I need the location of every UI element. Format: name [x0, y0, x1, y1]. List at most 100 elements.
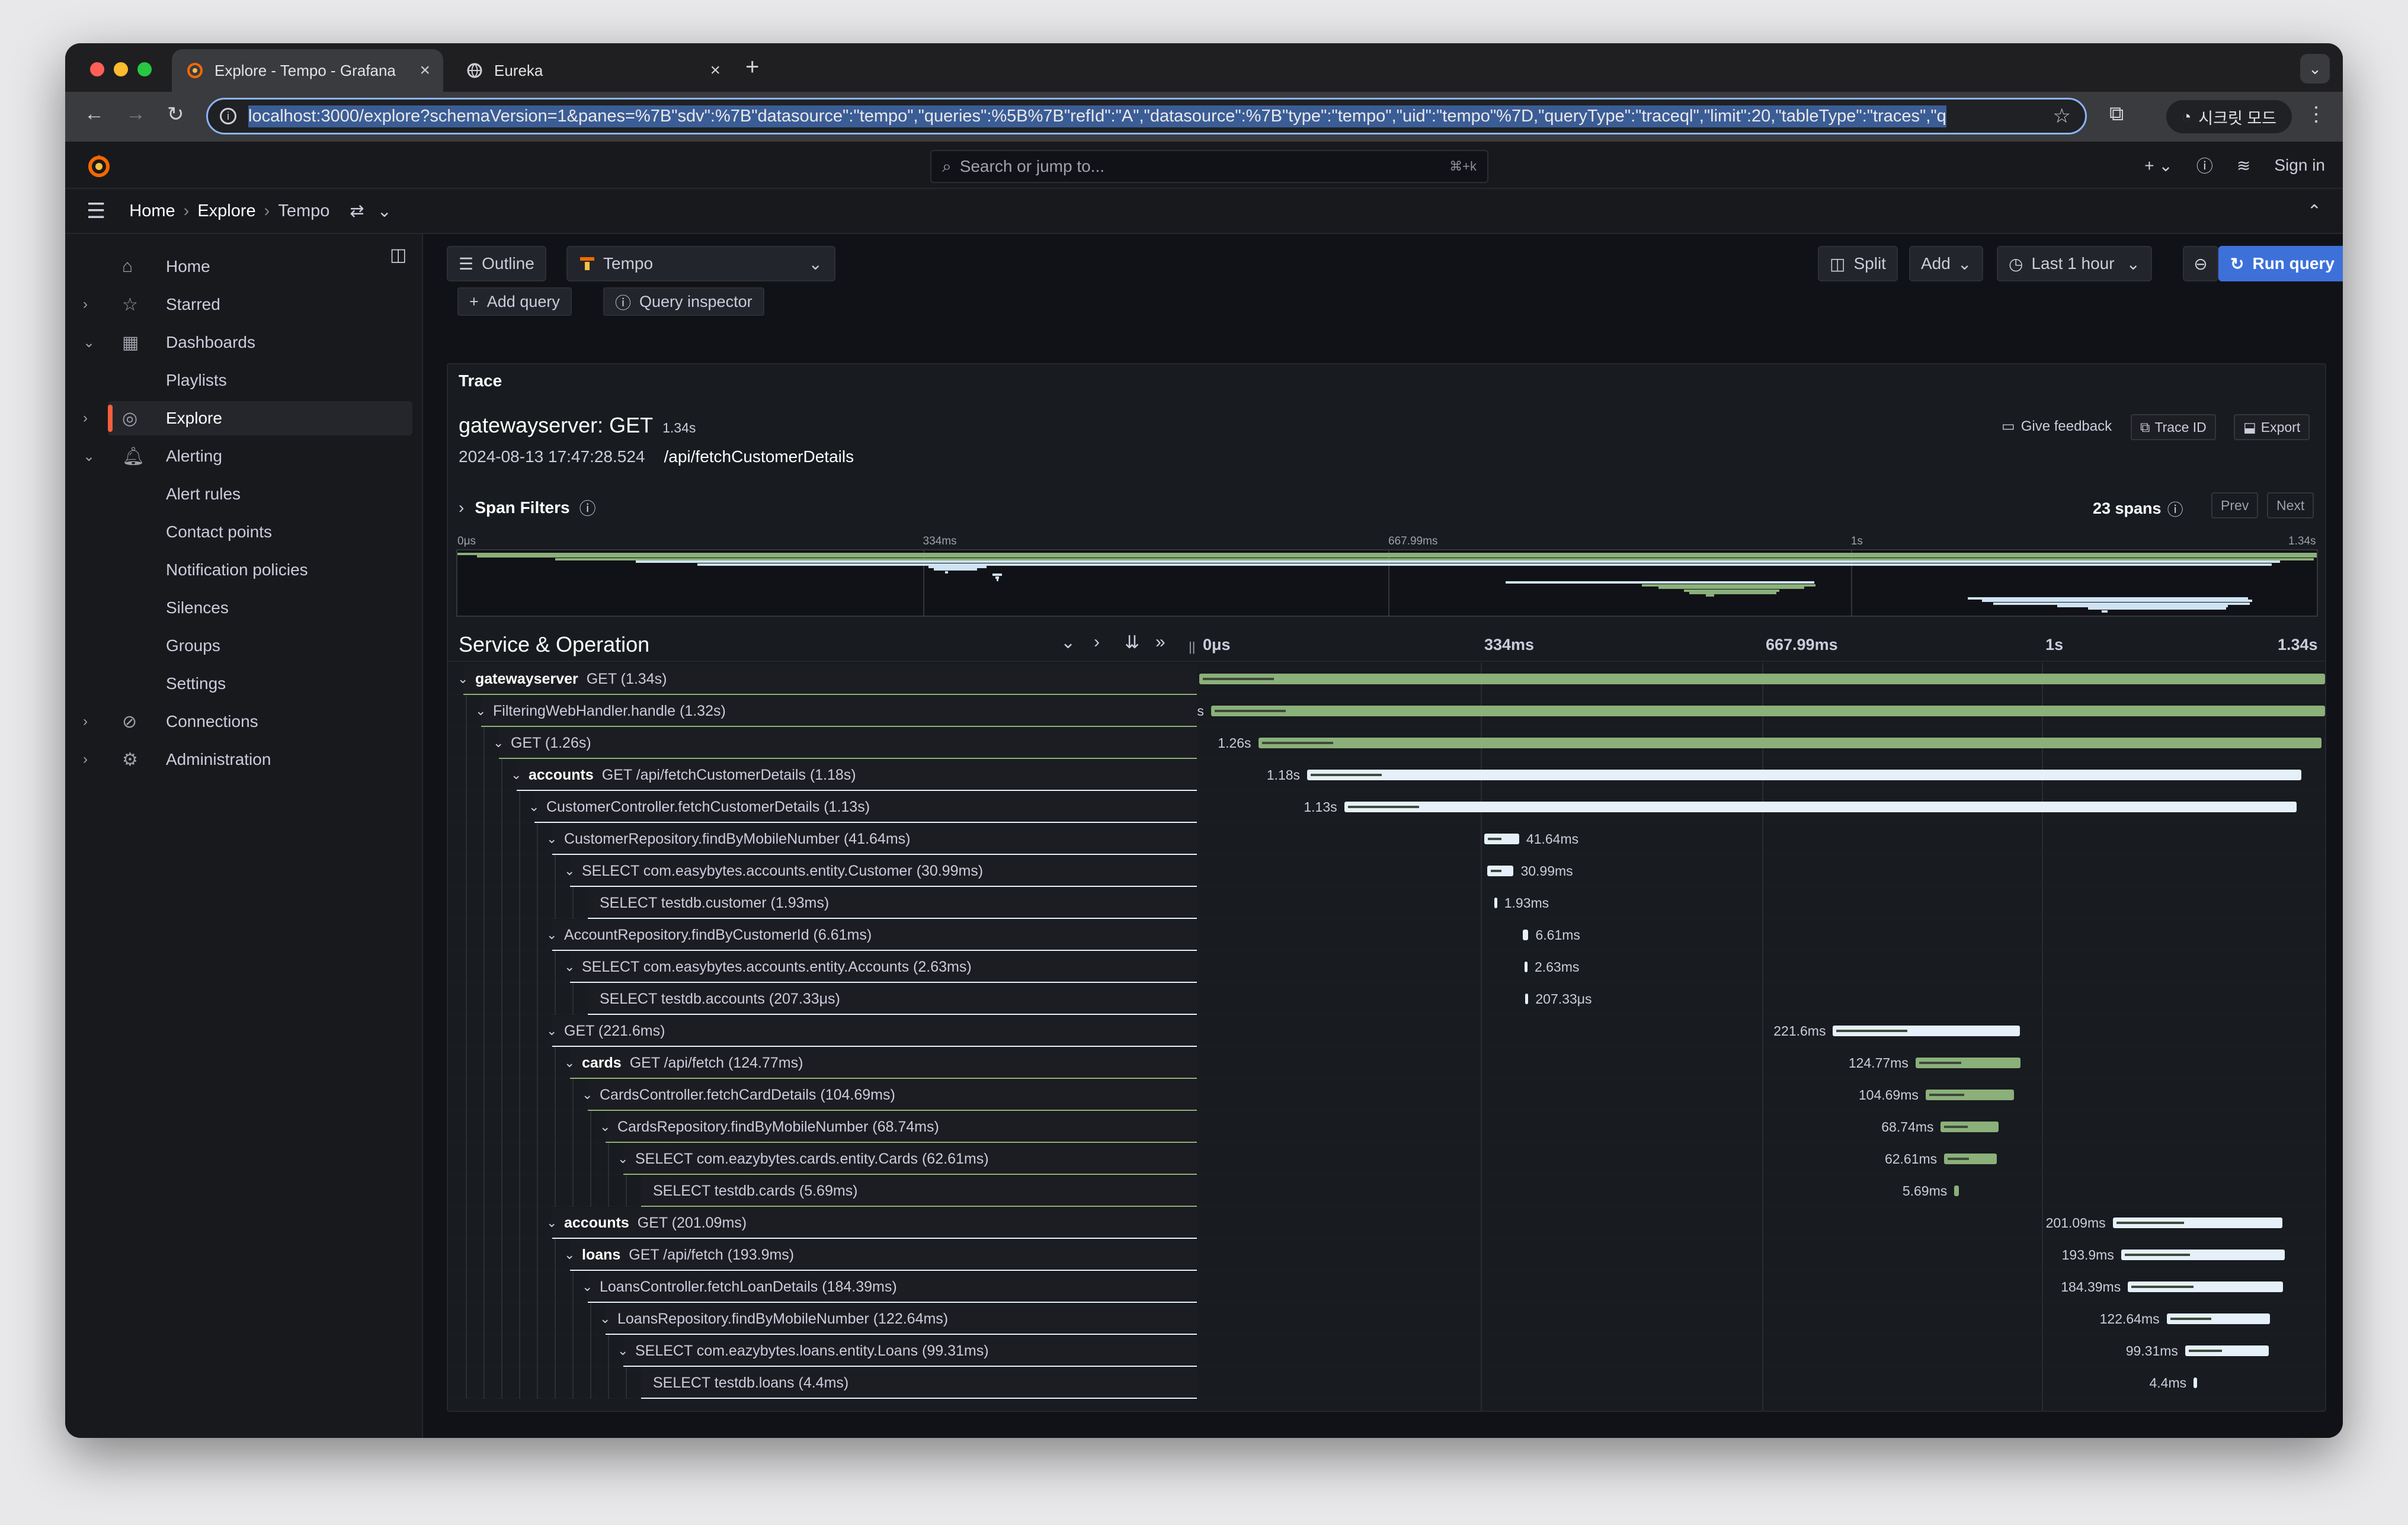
sidebar-item-notification-policies[interactable]: Notification policies [65, 553, 412, 587]
minimize-window-button[interactable] [114, 62, 128, 76]
tab-search-chevron-icon[interactable]: ⌄ [2300, 54, 2330, 84]
add-query-button[interactable]: + Add query [457, 287, 572, 316]
query-inspector-button[interactable]: ⓘ Query inspector [603, 287, 764, 316]
chevron-down-icon[interactable]: ⌄ [564, 1055, 582, 1071]
span-label[interactable]: ⌄ SELECT com.easybytes.accounts.entity.Ac… [564, 951, 972, 983]
browser-tab-grafana[interactable]: Explore - Tempo - Grafana × [172, 49, 443, 92]
expand-one-icon[interactable]: › [1094, 632, 1100, 652]
close-tab-icon[interactable]: × [420, 60, 430, 81]
span-bar[interactable] [1925, 1090, 2014, 1100]
news-rss-icon[interactable]: ≋ [2237, 156, 2250, 175]
span-bar[interactable] [2121, 1250, 2285, 1260]
breadcrumb-home[interactable]: Home [129, 201, 175, 221]
datasource-picker[interactable]: Tempo ⌄ [566, 246, 835, 281]
span-row[interactable]: ⌄ LoansRepository.findByMobileNumber (122… [448, 1303, 2325, 1335]
chevron-right-icon[interactable]: › [83, 713, 88, 730]
span-label[interactable]: ⌄ LoansController.fetchLoanDetails (184.3… [582, 1271, 897, 1303]
span-row[interactable]: SELECT testdb.loans (4.4ms) 4.4ms [448, 1367, 2325, 1399]
chevron-right-icon[interactable]: › [83, 751, 88, 768]
span-label[interactable]: ⌄ FilteringWebHandler.handle (1.32s) [475, 695, 726, 727]
run-query-button[interactable]: ↻ Run query ⌄ [2218, 246, 2343, 281]
sidebar-item-alert-rules[interactable]: Alert rules [65, 477, 412, 511]
next-button[interactable]: Next [2267, 492, 2314, 518]
chevron-down-icon[interactable]: ⌄ [546, 1023, 564, 1039]
span-label[interactable]: ⌄ SELECT com.eazybytes.cards.entity.Cards… [617, 1143, 989, 1175]
span-row[interactable]: SELECT testdb.cards (5.69ms) 5.69ms [448, 1175, 2325, 1207]
help-icon[interactable]: ⓘ [2196, 153, 2213, 177]
span-bar[interactable] [1954, 1186, 1959, 1196]
collapse-chevron-up-icon[interactable]: ⌃ [2307, 201, 2321, 222]
span-bar[interactable] [1941, 1122, 1999, 1132]
chevron-down-icon[interactable]: ⌄ [617, 1343, 635, 1359]
span-label[interactable]: ⌄ CustomerController.fetchCustomerDetails… [529, 791, 870, 823]
span-bar[interactable] [2194, 1377, 2198, 1388]
column-resizer[interactable]: || [1189, 639, 1195, 655]
span-label[interactable]: ⌄ accounts GET /api/fetchCustomerDetails (… [511, 759, 856, 791]
prev-button[interactable]: Prev [2211, 492, 2259, 518]
search-bar[interactable]: ⌕ Search or jump to... ⌘+k [930, 150, 1488, 183]
span-bar[interactable] [1833, 1026, 2020, 1036]
span-bar[interactable] [2185, 1345, 2269, 1356]
chevron-down-icon[interactable]: ⌄ [83, 448, 95, 465]
breadcrumb-explore[interactable]: Explore [197, 201, 255, 221]
span-row[interactable]: ⌄ GET (221.6ms) 221.6ms [448, 1015, 2325, 1047]
incognito-badge[interactable]: ◔ 시크릿 모드 [2166, 100, 2292, 133]
span-bar[interactable] [1211, 706, 2325, 716]
menu-toggle-icon[interactable]: ☰ [87, 198, 105, 223]
new-plus-icon[interactable]: + ⌄ [2144, 156, 2173, 175]
chevron-down-icon[interactable]: ⌄ [600, 1119, 617, 1135]
span-row[interactable]: ⌄ FilteringWebHandler.handle (1.32s) s [448, 695, 2325, 727]
sidebar-item-playlists[interactable]: Playlists [65, 363, 412, 398]
grafana-logo-icon[interactable] [85, 152, 113, 180]
span-row[interactable]: ⌄ gatewayserver GET (1.34s) [448, 663, 2325, 695]
span-bar[interactable] [1523, 930, 1529, 940]
extensions-puzzle-icon[interactable]: ⧉ [2109, 102, 2124, 126]
site-info-icon[interactable]: i [220, 108, 236, 124]
sidebar-item-administration[interactable]: › ⚙ Administration [65, 742, 412, 777]
span-bar[interactable] [1307, 770, 2302, 780]
bookmark-star-icon[interactable]: ☆ [2053, 104, 2071, 128]
span-row[interactable]: SELECT testdb.customer (1.93ms) 1.93ms [448, 887, 2325, 919]
split-button[interactable]: ◫ Split [1818, 246, 1898, 281]
sidebar-item-starred[interactable]: › ☆ Starred [65, 287, 412, 322]
span-label[interactable]: ⌄ GET (221.6ms) [546, 1015, 665, 1047]
span-row[interactable]: ⌄ AccountRepository.findByCustomerId (6.6… [448, 919, 2325, 951]
chevron-down-icon[interactable]: ⌄ [493, 735, 511, 751]
new-tab-plus-icon[interactable]: + [745, 54, 759, 81]
collapse-all-icon[interactable]: ⇊ [1125, 632, 1139, 653]
span-label[interactable]: ⌄ SELECT com.easybytes.accounts.entity.Cu… [564, 855, 983, 887]
span-row[interactable]: ⌄ cards GET /api/fetch (124.77ms) 124.77ms [448, 1047, 2325, 1079]
span-label[interactable]: ⌄ AccountRepository.findByCustomerId (6.6… [546, 919, 872, 951]
chevron-down-icon[interactable]: ⌄ [582, 1279, 600, 1295]
span-label[interactable]: SELECT testdb.customer (1.93ms) [582, 887, 829, 919]
span-bar[interactable] [2112, 1218, 2282, 1228]
span-row[interactable]: ⌄ CustomerController.fetchCustomerDetails… [448, 791, 2325, 823]
sidebar-item-explore[interactable]: › ◎ Explore [83, 401, 412, 435]
span-row[interactable]: ⌄ SELECT com.eazybytes.cards.entity.Cards… [448, 1143, 2325, 1175]
span-label[interactable]: ⌄ CustomerRepository.findByMobileNumber (… [546, 823, 910, 855]
sidebar-item-settings[interactable]: Settings [65, 667, 412, 701]
chevron-down-icon[interactable]: ⌄ [475, 703, 493, 719]
share-icon[interactable]: ⇄ [350, 201, 364, 222]
time-range-picker[interactable]: ◷ Last 1 hour ⌄ [1997, 246, 2153, 281]
sidebar-item-silences[interactable]: Silences [65, 591, 412, 625]
span-bar[interactable] [2128, 1281, 2284, 1292]
browser-menu-icon[interactable]: ⋮ [2306, 102, 2326, 126]
span-row[interactable]: ⌄ SELECT com.easybytes.accounts.entity.Cu… [448, 855, 2325, 887]
chevron-down-icon[interactable]: ⌄ [546, 927, 564, 943]
sidebar-item-groups[interactable]: Groups [65, 629, 412, 663]
span-row[interactable]: ⌄ accounts GET /api/fetchCustomerDetails (… [448, 759, 2325, 791]
add-button[interactable]: Add ⌄ [1909, 246, 1984, 281]
outline-button[interactable]: ☰ Outline [447, 246, 546, 281]
span-label[interactable]: ⌄ gatewayserver GET (1.34s) [457, 663, 667, 695]
span-bar[interactable] [1344, 802, 2297, 812]
span-bar[interactable] [1199, 674, 2325, 684]
sidebar-item-home[interactable]: ⌂ Home [65, 249, 412, 284]
span-row[interactable]: ⌄ CustomerRepository.findByMobileNumber (… [448, 823, 2325, 855]
chevron-down-icon[interactable]: ⌄ [600, 1311, 617, 1327]
collapse-one-icon[interactable]: ⌄ [1061, 632, 1075, 653]
chevron-down-icon[interactable]: ⌄ [564, 863, 582, 879]
span-label[interactable]: SELECT testdb.accounts (207.33μs) [582, 983, 840, 1015]
span-row[interactable]: ⌄ SELECT com.eazybytes.loans.entity.Loans… [448, 1335, 2325, 1367]
give-feedback-link[interactable]: ▭ Give feedback [2002, 418, 2112, 435]
